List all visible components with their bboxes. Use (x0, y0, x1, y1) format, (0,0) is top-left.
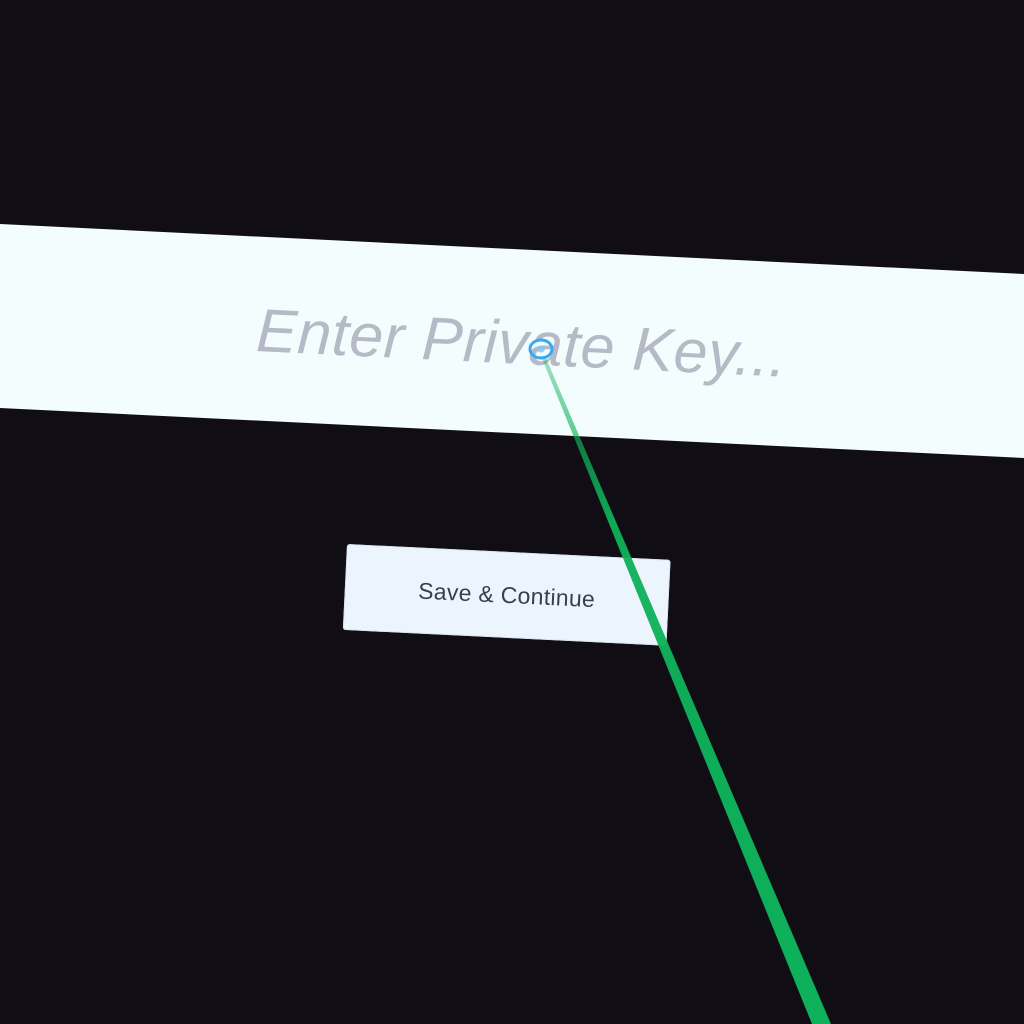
laser-pointer-icon (528, 338, 831, 1024)
save-continue-button[interactable]: Save & Continue (342, 544, 671, 646)
private-key-input[interactable] (0, 224, 1024, 458)
vr-scene: Enter Private Key... Save & Continue (0, 0, 1024, 1024)
laser-ray (541, 356, 831, 1024)
private-key-field[interactable]: Enter Private Key... (0, 0, 1024, 1024)
save-continue-label: Save & Continue (417, 577, 596, 612)
